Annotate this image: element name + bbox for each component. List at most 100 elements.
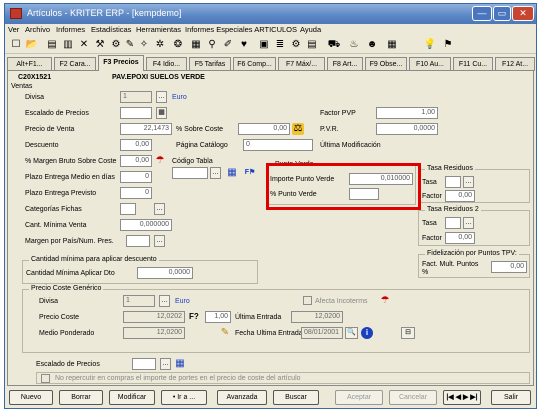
tab-9[interactable]: F10 Au... <box>409 57 451 71</box>
grid-icon[interactable]: ✲ <box>153 38 167 52</box>
tab-11[interactable]: F12 At... <box>495 57 535 71</box>
save-icon[interactable]: ▤ <box>45 38 59 52</box>
nuevo-button[interactable]: Nuevo <box>9 390 53 405</box>
categorias-input[interactable] <box>120 203 136 215</box>
minimize-button[interactable]: — <box>472 6 492 21</box>
checkbox-icon[interactable]: ☐ <box>9 38 23 52</box>
tab-4[interactable]: F5 Tarifas <box>189 57 231 71</box>
calendar-icon[interactable]: ▦ <box>385 38 399 52</box>
tab-5[interactable]: F6 Comp... <box>233 57 276 71</box>
box-icon[interactable]: ▣ <box>257 38 271 52</box>
close-button[interactable]: ✕ <box>512 6 534 21</box>
maximize-button[interactable]: ▭ <box>493 6 511 21</box>
menu-herramientas[interactable]: Herramientas <box>136 24 181 36</box>
escalado2-input[interactable] <box>132 358 156 370</box>
cant-aplicar-input[interactable]: 0,0000 <box>137 267 193 279</box>
magic-icon[interactable]: ✧ <box>137 38 151 52</box>
info-icon[interactable]: i <box>361 327 373 339</box>
salir-button[interactable]: Salir <box>491 390 531 405</box>
codigo-tabla-lookup-button[interactable]: … <box>210 167 221 179</box>
margen-pais-lookup-button[interactable]: … <box>154 235 165 247</box>
ir-a-button[interactable]: • Ir a ... <box>161 390 207 405</box>
menu-ver[interactable]: Ver <box>8 24 19 36</box>
pagina-catalogo-input[interactable]: 0 <box>243 139 313 151</box>
divisa-lookup-button[interactable]: … <box>156 91 167 103</box>
history-icon[interactable]: ⊟ <box>401 327 415 339</box>
gear-icon[interactable]: ⚙ <box>289 38 303 52</box>
fact-mult-puntos-input[interactable]: 0,00 <box>491 261 527 273</box>
menu-ayuda[interactable]: Ayuda <box>300 24 321 36</box>
tab-3[interactable]: F4 Idio... <box>146 57 187 71</box>
factor-input[interactable]: 0,00 <box>445 190 475 202</box>
escalado2-lookup-button[interactable]: … <box>160 358 171 370</box>
tab-6[interactable]: F7 Máx/... <box>278 57 325 71</box>
cancelar-button[interactable]: Cancelar <box>389 390 437 405</box>
heart-icon[interactable]: ♥ <box>237 38 251 52</box>
ultima-entrada-input[interactable]: 12,0200 <box>291 311 343 323</box>
flask-icon[interactable]: ♨ <box>347 38 361 52</box>
cart-icon[interactable]: ⛟ <box>327 38 341 52</box>
factor-pvp-input[interactable]: 1,00 <box>376 107 438 119</box>
tab-0[interactable]: Alt+F1... <box>7 57 52 71</box>
descuento-input[interactable]: 0,00 <box>120 139 152 151</box>
table-grid-icon[interactable]: ▦ <box>226 167 238 179</box>
coste-divisa-input[interactable]: 1 <box>123 295 155 307</box>
margen-bruto-input[interactable]: 0,00 <box>120 155 152 167</box>
tab-7[interactable]: F8 Art... <box>327 57 363 71</box>
plazo-previsto-input[interactable]: 0 <box>120 187 152 199</box>
aceptar-button[interactable]: Aceptar <box>335 390 383 405</box>
tab-2[interactable]: F3 Precios <box>98 55 144 71</box>
tab-1[interactable]: F2 Cara... <box>54 57 96 71</box>
calc-icon[interactable]: ▦ <box>189 38 203 52</box>
stack-icon[interactable]: ≣ <box>273 38 287 52</box>
tasa2-lookup-button[interactable]: … <box>463 217 474 229</box>
escalado-table-button[interactable]: ▦ <box>156 107 167 119</box>
pin-icon[interactable]: ⚲ <box>205 38 219 52</box>
precio-venta-input[interactable]: 22,1473 <box>120 123 172 135</box>
plazo-medio-input[interactable]: 0 <box>120 171 152 183</box>
folder-open-icon[interactable]: 📂 <box>25 38 39 52</box>
menu-informes[interactable]: Informes <box>56 24 85 36</box>
afecta-incoterms-checkbox[interactable] <box>303 296 312 305</box>
tasa-input[interactable] <box>445 176 461 188</box>
fecha-ultima-entrada-input[interactable]: 08/01/2001 <box>301 327 343 339</box>
margin-tool-icon[interactable]: ☂ <box>154 155 166 167</box>
codigo-tabla-input[interactable] <box>172 167 208 179</box>
people-icon[interactable]: ☻ <box>365 38 379 52</box>
report-icon[interactable]: ▤ <box>305 38 319 52</box>
escalado-input[interactable] <box>120 107 152 119</box>
calculator-icon[interactable]: ⚖ <box>292 123 304 135</box>
tag-icon[interactable]: ❂ <box>171 38 185 52</box>
f-input[interactable]: 1,00 <box>205 311 231 323</box>
document-search-icon[interactable]: 🔍 <box>345 327 358 339</box>
escalado2-table-icon[interactable]: ▦ <box>174 358 186 370</box>
tab-10[interactable]: F11 Cu... <box>453 57 493 71</box>
tab-8[interactable]: F9 Obse... <box>365 57 407 71</box>
coste-divisa-lookup-button[interactable]: … <box>159 295 170 307</box>
exit-icon[interactable]: ⚑ <box>441 38 455 52</box>
incoterms-tool-icon[interactable]: ☂ <box>379 295 391 307</box>
tool-icon[interactable]: ⚒ <box>93 38 107 52</box>
divisa-input[interactable]: 1 <box>120 91 152 103</box>
delete-icon[interactable]: ✕ <box>77 38 91 52</box>
bulb-icon[interactable]: 💡 <box>423 38 437 52</box>
pvr-input[interactable]: 0,0000 <box>376 123 438 135</box>
modificar-button[interactable]: Modificar <box>109 390 155 405</box>
tasa-lookup-button[interactable]: … <box>463 176 474 188</box>
avanzada-button[interactable]: Avanzada <box>217 390 267 405</box>
print-icon[interactable]: ▥ <box>61 38 75 52</box>
factor2-input[interactable]: 0,00 <box>445 232 475 244</box>
precio-coste-input[interactable]: 12,0202 <box>123 311 185 323</box>
margen-pais-input[interactable] <box>126 235 150 247</box>
flag-icon[interactable]: F⚑ <box>244 167 256 179</box>
sobre-coste-input[interactable]: 0,00 <box>238 123 290 135</box>
tasa2-input[interactable] <box>445 217 461 229</box>
brush-icon[interactable]: ✐ <box>221 38 235 52</box>
medio-ponderado-input[interactable]: 12,0200 <box>123 327 185 339</box>
pencil-icon[interactable]: ✎ <box>123 38 137 52</box>
buscar-button[interactable]: Buscar <box>273 390 319 405</box>
cant-minima-input[interactable]: 0,000000 <box>120 219 172 231</box>
menu-informes-especiales[interactable]: Informes Especiales ARTICULOS <box>185 24 297 36</box>
no-repercutir-checkbox[interactable] <box>41 374 50 383</box>
menu-archivo[interactable]: Archivo <box>25 24 50 36</box>
